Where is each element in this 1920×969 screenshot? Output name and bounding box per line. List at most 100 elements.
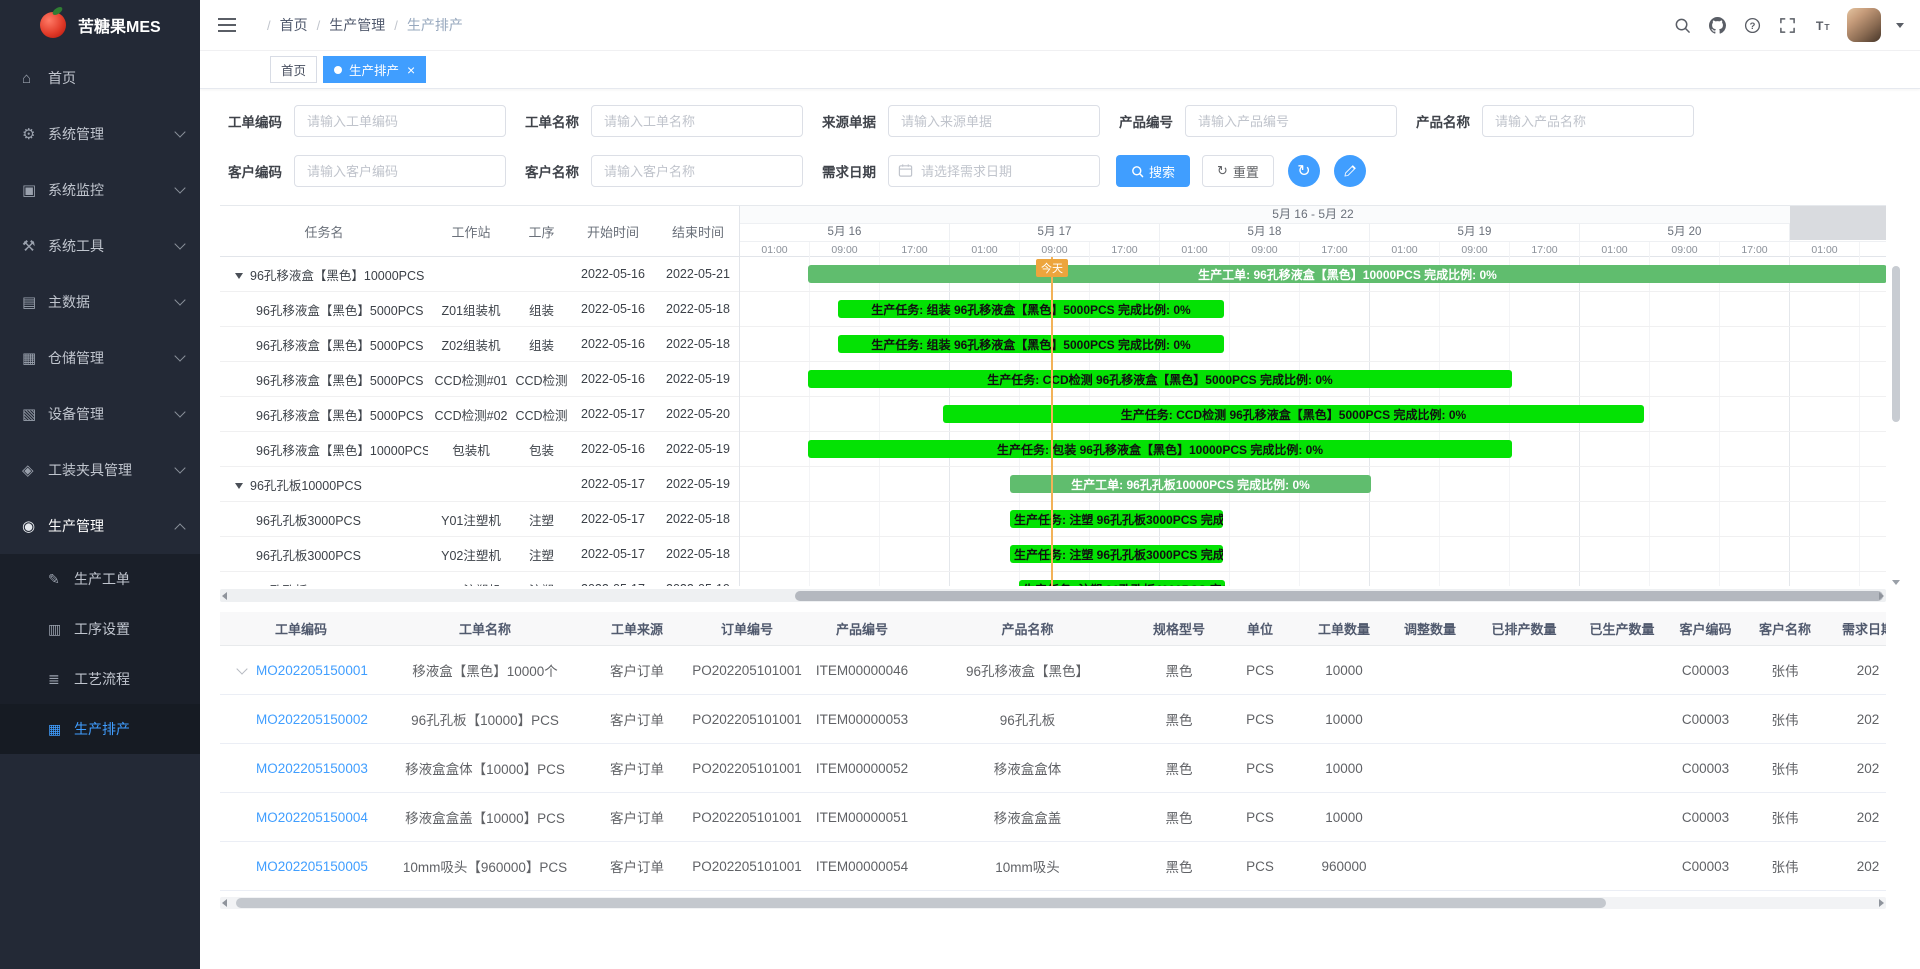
filter-input[interactable] <box>591 105 803 137</box>
avatar[interactable] <box>1847 8 1881 42</box>
fullscreen-icon[interactable] <box>1777 15 1797 35</box>
gantt-bar[interactable]: 生产工单: 96孔移液盒【黑色】10000PCS 完成比例: 0% <box>808 265 1886 283</box>
sidebar-subitem[interactable]: ≣ 工艺流程 <box>0 654 200 704</box>
orders-column-header[interactable]: 客户名称 <box>1742 612 1828 646</box>
scroll-right-arrow-icon[interactable] <box>1879 592 1884 600</box>
work-order-link[interactable]: MO202205150002 <box>256 712 368 727</box>
sidebar-subitem[interactable]: ✎ 生产工单 <box>0 554 200 604</box>
scroll-left-arrow-icon[interactable] <box>222 899 227 907</box>
tab-home[interactable]: 首页 <box>270 56 317 83</box>
search-icon[interactable] <box>1672 15 1692 35</box>
orders-column-header[interactable]: 工单名称 <box>382 612 588 646</box>
close-tab-icon[interactable]: × <box>407 63 415 77</box>
gantt-task-row[interactable]: 96孔移液盒【黑色】5000PCS Z02组装机 组装 2022-05-16 2… <box>220 327 739 362</box>
orders-column-header[interactable]: 工单来源 <box>588 612 686 646</box>
orders-column-header[interactable]: 已生产数量 <box>1575 612 1669 646</box>
gantt-bar[interactable]: 生产任务: CCD检测 96孔移液盒【黑色】5000PCS 完成比例: 0% <box>808 370 1512 388</box>
orders-column-header[interactable]: 产品名称 <box>916 612 1139 646</box>
sidebar-item[interactable]: ◈ 工装夹具管理 <box>0 442 200 498</box>
sidebar-item[interactable]: ▣ 系统监控 <box>0 162 200 218</box>
filter-input[interactable] <box>591 155 803 187</box>
orders-column-header[interactable]: 单位 <box>1219 612 1301 646</box>
orders-column-header[interactable]: 客户编码 <box>1669 612 1742 646</box>
gantt-bar[interactable]: 生产任务: CCD检测 96孔移液盒【黑色】5000PCS 完成比例: 0% <box>943 405 1644 423</box>
breadcrumb-label[interactable]: 首页 <box>280 15 308 35</box>
orders-column-header[interactable]: 产品编号 <box>808 612 916 646</box>
gantt-task-row[interactable]: 96孔孔板3000PCS Y02注塑机 注塑 2022-05-17 2022-0… <box>220 537 739 572</box>
gantt-task-row[interactable]: 96孔移液盒【黑色】5000PCS CCD检测#01 CCD检测 2022-05… <box>220 362 739 397</box>
gantt-bar[interactable]: 生产任务: 包装 96孔移液盒【黑色】10000PCS 完成比例: 0% <box>808 440 1512 458</box>
scroll-down-arrow-icon[interactable] <box>1892 580 1900 589</box>
work-order-row[interactable]: MO202205150002 96孔孔板【10000】PCS 客户订单 PO20… <box>220 695 1886 744</box>
sidebar-item[interactable]: ⚒ 系统工具 <box>0 218 200 274</box>
reset-button[interactable]: ↻ 重置 <box>1202 155 1274 187</box>
orders-column-header[interactable]: 工单数量 <box>1301 612 1387 646</box>
demand-date-input[interactable] <box>888 155 1100 187</box>
gantt-task-row[interactable]: 96孔移液盒【黑色】5000PCS Z01组装机 组装 2022-05-16 2… <box>220 292 739 327</box>
gantt-bar[interactable]: 生产任务: 组装 96孔移液盒【黑色】5000PCS 完成比例: 0% <box>838 300 1224 318</box>
work-order-row[interactable]: MO202205150004 移液盒盒盖【10000】PCS 客户订单 PO20… <box>220 793 1886 842</box>
work-order-link[interactable]: MO202205150005 <box>256 859 368 874</box>
work-order-link[interactable]: MO202205150001 <box>256 663 368 678</box>
orders-column-header[interactable]: 调整数量 <box>1387 612 1473 646</box>
sidebar-subitem[interactable]: ▦ 生产排产 <box>0 704 200 754</box>
font-size-icon[interactable]: TT <box>1812 15 1832 35</box>
orders-column-header[interactable]: 工单编码 <box>220 612 382 646</box>
refresh-gantt-button[interactable]: ↻ <box>1288 155 1320 187</box>
orders-horizontal-scrollbar[interactable] <box>220 897 1886 909</box>
scrollbar-thumb[interactable] <box>236 898 1606 908</box>
work-order-row[interactable]: MO202205150003 移液盒盒体【10000】PCS 客户订单 PO20… <box>220 744 1886 793</box>
filter-input[interactable] <box>1482 105 1694 137</box>
orders-column-header[interactable]: 已排产数量 <box>1473 612 1575 646</box>
edit-schedule-button[interactable] <box>1334 155 1366 187</box>
sidebar-item[interactable]: ▤ 主数据 <box>0 274 200 330</box>
breadcrumb-label[interactable]: 生产排产 <box>407 15 463 35</box>
sidebar-item[interactable]: ▦ 仓储管理 <box>0 330 200 386</box>
filter-input[interactable] <box>294 105 506 137</box>
filter-input[interactable] <box>888 105 1100 137</box>
tab-production-scheduling[interactable]: 生产排产 × <box>323 56 426 83</box>
expand-row-icon[interactable] <box>236 663 247 674</box>
sidebar-item[interactable]: ▧ 设备管理 <box>0 386 200 442</box>
search-button[interactable]: 搜索 <box>1116 155 1190 187</box>
filter-input[interactable] <box>294 155 506 187</box>
breadcrumb-item[interactable]: / 生产排产 <box>385 15 463 35</box>
user-menu-caret-icon[interactable] <box>1896 23 1904 32</box>
gantt-bar[interactable]: 生产任务: 注塑 96孔孔板4000PCS 完成比例: 0% <box>1019 580 1225 586</box>
logo[interactable]: 苦糖果MES <box>0 0 200 50</box>
gantt-task-row[interactable]: 96孔移液盒【黑色】10000PCS 2022-05-16 2022-05-21 <box>220 257 739 292</box>
work-order-link[interactable]: MO202205150004 <box>256 810 368 825</box>
collapse-icon[interactable] <box>235 483 243 493</box>
work-order-link[interactable]: MO202205150003 <box>256 761 368 776</box>
scroll-left-arrow-icon[interactable] <box>222 592 227 600</box>
gantt-bar[interactable]: 生产任务: 注塑 96孔孔板3000PCS 完成比例: 0% <box>1010 545 1223 563</box>
github-icon[interactable] <box>1707 15 1727 35</box>
breadcrumb-label[interactable]: 生产管理 <box>329 15 385 35</box>
sidebar-subitem[interactable]: ▥ 工序设置 <box>0 604 200 654</box>
scrollbar-thumb[interactable] <box>1892 266 1900 422</box>
gantt-task-row[interactable]: 96孔移液盒【黑色】5000PCS CCD检测#02 CCD检测 2022-05… <box>220 397 739 432</box>
sidebar-item[interactable]: ⚙ 系统管理 <box>0 106 200 162</box>
gantt-bar[interactable]: 生产工单: 96孔孔板10000PCS 完成比例: 0% <box>1010 475 1371 493</box>
gantt-task-row[interactable]: 96孔孔板10000PCS 2022-05-17 2022-05-19 <box>220 467 739 502</box>
collapse-icon[interactable] <box>235 273 243 283</box>
gantt-task-row[interactable]: 96孔孔板3000PCS Y01注塑机 注塑 2022-05-17 2022-0… <box>220 502 739 537</box>
gantt-vertical-scrollbar[interactable] <box>1892 258 1900 585</box>
work-order-row[interactable]: MO202205150001 移液盒【黑色】10000个 客户订单 PO2022… <box>220 646 1886 695</box>
work-order-row[interactable]: MO202205150005 10mm吸头【960000】PCS 客户订单 PO… <box>220 842 1886 891</box>
gantt-bar[interactable]: 生产任务: 注塑 96孔孔板3000PCS 完成比例: 0% <box>1010 510 1223 528</box>
orders-column-header[interactable]: 需求日期 <box>1828 612 1886 646</box>
sidebar-item[interactable]: ◉ 生产管理 <box>0 498 200 554</box>
gantt-task-row[interactable]: 96孔孔板4000PCS Y03注塑机 注塑 2022-05-17 2022-0… <box>220 572 739 586</box>
hamburger-menu-icon[interactable] <box>218 18 236 32</box>
scrollbar-thumb[interactable] <box>795 591 1883 601</box>
orders-column-header[interactable]: 规格型号 <box>1139 612 1219 646</box>
orders-column-header[interactable]: 订单编号 <box>686 612 808 646</box>
gantt-task-row[interactable]: 96孔移液盒【黑色】10000PCS 包装机 包装 2022-05-16 202… <box>220 432 739 467</box>
gantt-horizontal-scrollbar[interactable] <box>220 589 1886 602</box>
breadcrumb-item[interactable]: / 生产管理 <box>308 15 386 35</box>
gantt-bar[interactable]: 生产任务: 组装 96孔移液盒【黑色】5000PCS 完成比例: 0% <box>838 335 1224 353</box>
filter-input[interactable] <box>1185 105 1397 137</box>
breadcrumb-item[interactable]: / 首页 <box>258 15 308 35</box>
help-icon[interactable]: ? <box>1742 15 1762 35</box>
